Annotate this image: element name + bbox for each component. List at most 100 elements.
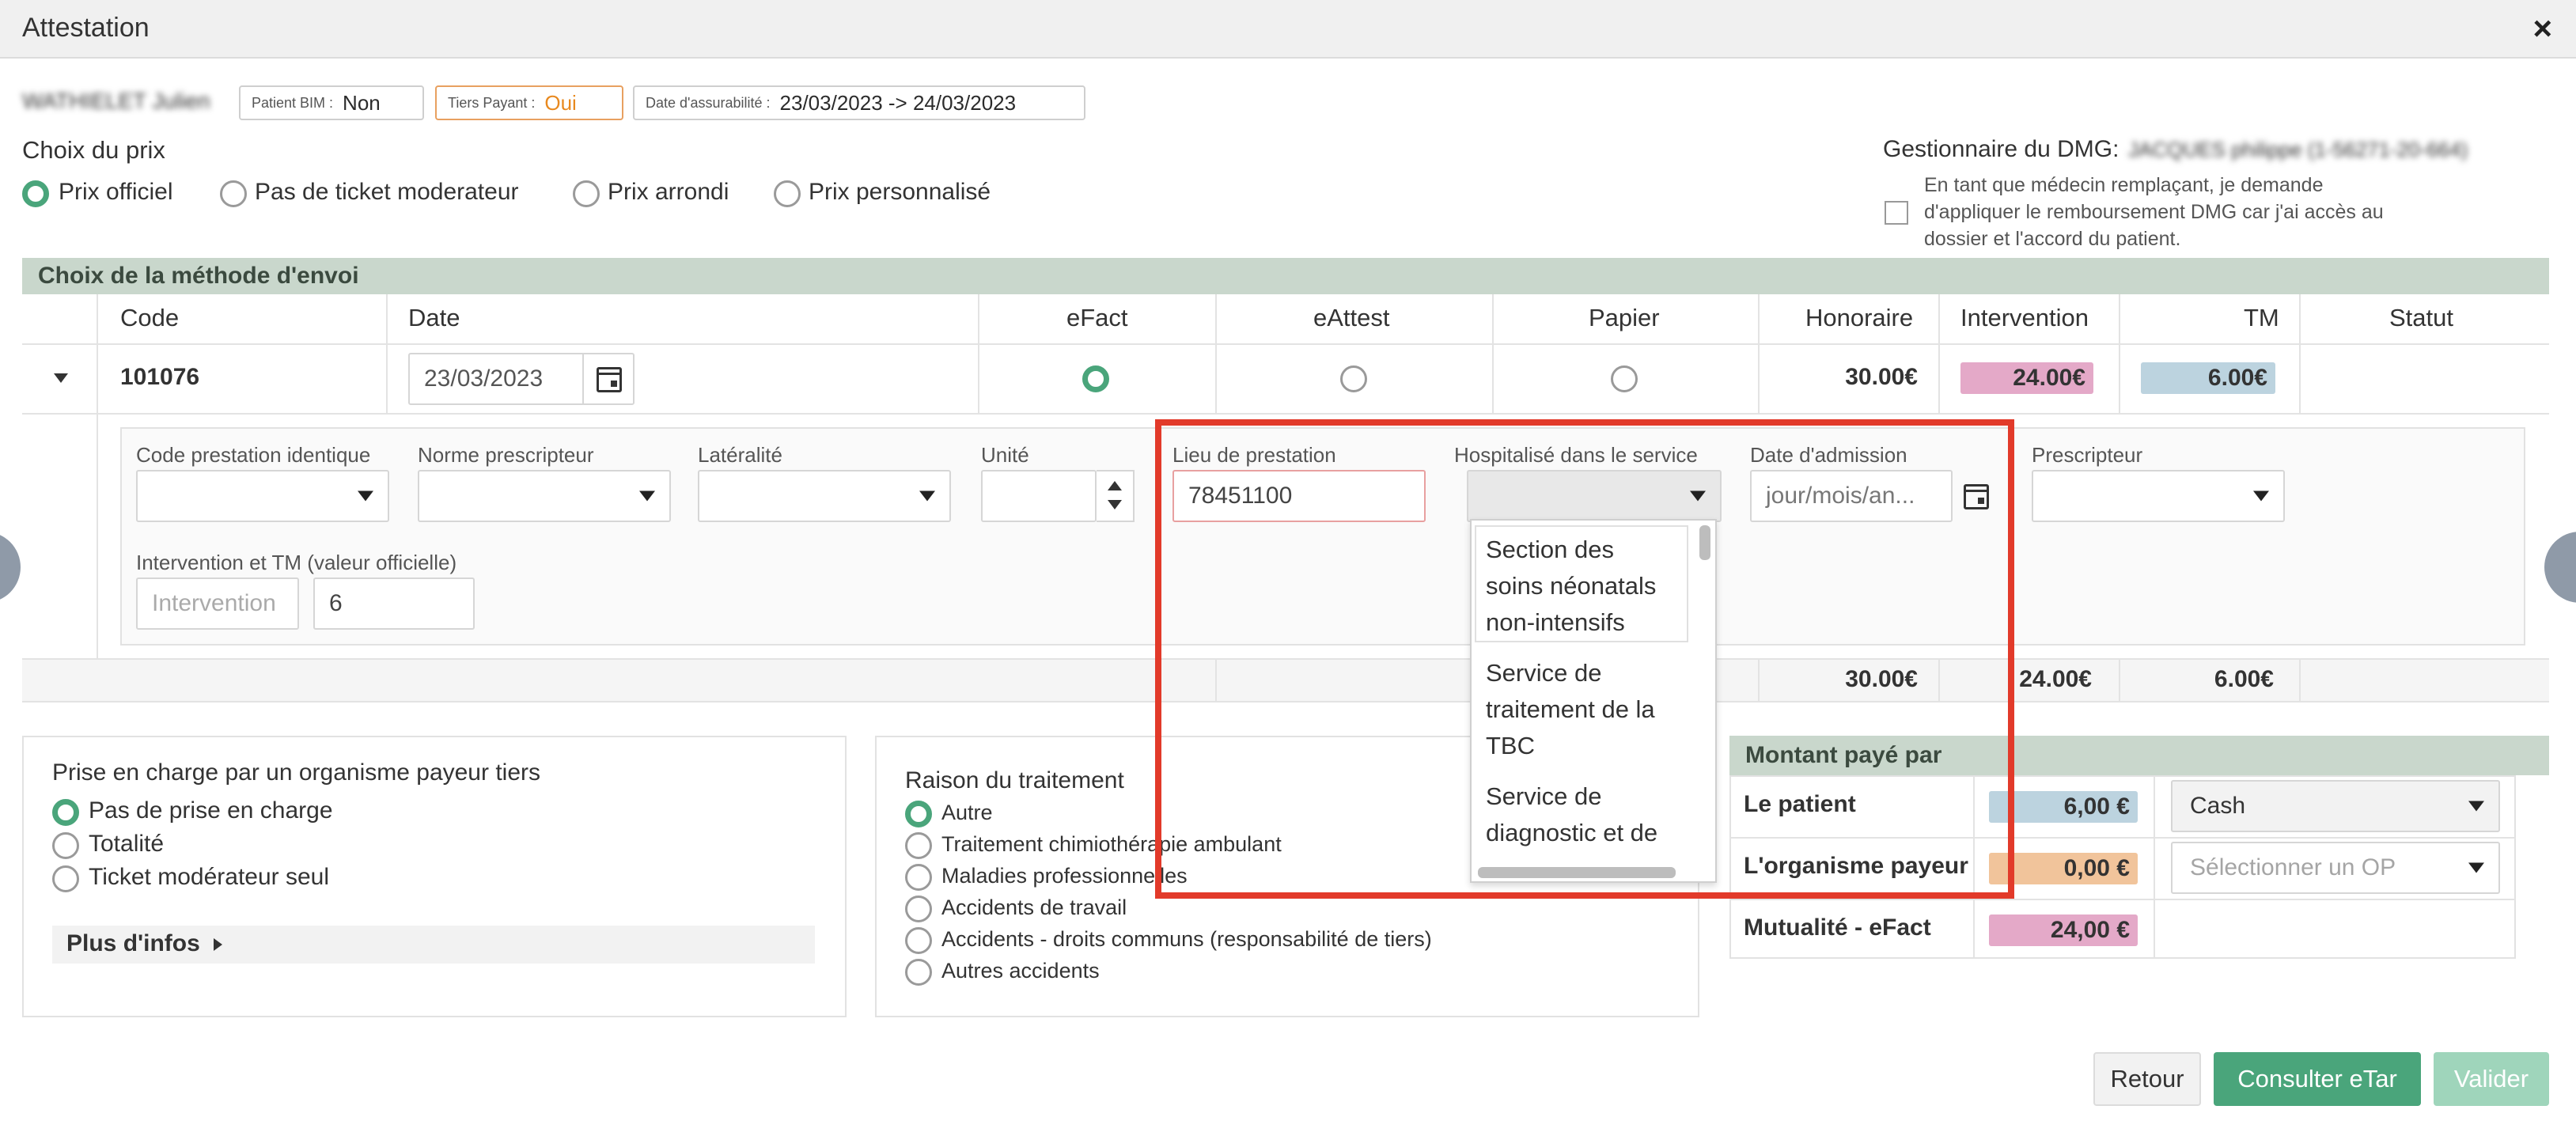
radio-eattest[interactable] bbox=[1340, 365, 1367, 392]
lieu-value: 78451100 bbox=[1188, 483, 1293, 509]
label-maladies-pro: Maladies professionnelles bbox=[941, 864, 1188, 888]
row-code: 101076 bbox=[120, 364, 200, 390]
plus-infos-button[interactable]: Plus d'infos bbox=[52, 926, 815, 964]
dmg-checkbox[interactable] bbox=[1885, 201, 1908, 225]
col-divider bbox=[2119, 294, 2120, 413]
dmg-label: Gestionnaire du DMG: bbox=[1883, 136, 2120, 162]
montant-op-value: 0,00 € bbox=[1989, 853, 2138, 884]
radio-pas-de-ticket[interactable] bbox=[220, 180, 247, 207]
tiers-payant-badge: Tiers Payant : Oui bbox=[435, 85, 623, 120]
radio-papier[interactable] bbox=[1611, 365, 1638, 392]
row-tm: 6.00€ bbox=[2141, 362, 2275, 394]
col-divider bbox=[1215, 658, 1217, 702]
col-efact: eFact bbox=[1066, 304, 1128, 331]
retour-button[interactable]: Retour bbox=[2093, 1052, 2201, 1106]
hosp-select[interactable] bbox=[1467, 470, 1722, 522]
unite-label: Unité bbox=[981, 443, 1029, 467]
col-papier: Papier bbox=[1589, 304, 1660, 331]
interv-placeholder: Intervention bbox=[152, 590, 276, 616]
dropdown-vertical-scrollbar[interactable] bbox=[1699, 525, 1710, 560]
radio-autre[interactable] bbox=[905, 801, 932, 827]
lieu-input[interactable]: 78451100 bbox=[1172, 470, 1426, 522]
row-divider bbox=[1729, 899, 2516, 900]
close-icon[interactable]: × bbox=[2532, 9, 2552, 47]
radio-prix-arrondi[interactable] bbox=[573, 180, 600, 207]
label-prix-personnalise: Prix personnalisé bbox=[809, 179, 991, 205]
op-select[interactable]: Sélectionner un OP bbox=[2171, 842, 2500, 894]
montant-patient-value: 6,00 € bbox=[1989, 791, 2138, 823]
hosp-dropdown-list[interactable]: Section des soins néonatals non-intensif… bbox=[1470, 519, 1717, 883]
lateralite-select[interactable] bbox=[698, 470, 951, 522]
norme-select[interactable] bbox=[418, 470, 671, 522]
tm-value: 6 bbox=[329, 590, 343, 616]
col-divider bbox=[1973, 775, 1975, 959]
dropdown-horizontal-scrollbar[interactable] bbox=[1478, 867, 1676, 878]
unite-stepper[interactable] bbox=[1097, 470, 1135, 522]
calendar-icon bbox=[1964, 484, 1989, 509]
col-statut: Statut bbox=[2389, 304, 2453, 331]
radio-ticket-moderateur[interactable] bbox=[52, 865, 79, 892]
radio-prix-officiel[interactable] bbox=[22, 180, 49, 207]
stepper-up-icon[interactable] bbox=[1108, 481, 1122, 490]
radio-chimio[interactable] bbox=[905, 832, 932, 859]
col-tm: TM bbox=[2244, 304, 2279, 331]
tm-input[interactable]: 6 bbox=[313, 577, 475, 630]
hosp-option-line: traitement de la bbox=[1486, 695, 1655, 723]
interv-label: Intervention et TM (valeur officielle) bbox=[136, 551, 457, 574]
montant-patient-label: Le patient bbox=[1744, 791, 1856, 817]
label-pas-de-ticket: Pas de ticket moderateur bbox=[255, 179, 519, 205]
paiement-select[interactable]: Cash bbox=[2171, 780, 2500, 832]
radio-efact[interactable] bbox=[1082, 365, 1109, 392]
dmg-value: JACQUES philippe (1-56271-20-664) bbox=[2128, 138, 2468, 161]
assurabilite-badge: Date d'assurabilité :23/03/2023 -> 24/03… bbox=[633, 85, 1085, 120]
prescripteur-select[interactable] bbox=[2032, 470, 2285, 522]
admission-placeholder: jour/mois/an... bbox=[1766, 483, 1915, 509]
prev-arrow-icon[interactable] bbox=[0, 532, 21, 603]
price-heading: Choix du prix bbox=[22, 136, 165, 164]
col-date: Date bbox=[408, 304, 460, 331]
label-prix-officiel: Prix officiel bbox=[59, 179, 173, 205]
hosp-option-line: TBC bbox=[1486, 732, 1535, 759]
col-divider bbox=[2299, 658, 2301, 702]
label-accidents-travail: Accidents de travail bbox=[941, 896, 1127, 919]
interv-input[interactable]: Intervention bbox=[136, 577, 299, 630]
col-divider bbox=[1938, 294, 1940, 413]
norme-label: Norme prescripteur bbox=[418, 443, 594, 467]
code-prestation-select[interactable] bbox=[136, 470, 389, 522]
radio-autres-accidents[interactable] bbox=[905, 959, 932, 986]
montant-mutualite-value: 24,00 € bbox=[1989, 914, 2138, 946]
admission-calendar-button[interactable] bbox=[1953, 470, 2000, 522]
stepper-down-icon[interactable] bbox=[1108, 500, 1122, 509]
radio-accidents-travail[interactable] bbox=[905, 896, 932, 922]
hosp-option-line: diagnostic et de bbox=[1486, 819, 1658, 846]
calendar-button[interactable] bbox=[582, 354, 633, 403]
caret-right-icon bbox=[214, 938, 222, 951]
col-divider bbox=[97, 294, 98, 702]
radio-totalite[interactable] bbox=[52, 832, 79, 859]
radio-maladies-pro[interactable] bbox=[905, 864, 932, 891]
radio-prix-personnalise[interactable] bbox=[774, 180, 801, 207]
hosp-option-line: Section des bbox=[1486, 536, 1614, 563]
next-arrow-icon[interactable] bbox=[2544, 532, 2576, 603]
total-intervention: 24.00€ bbox=[2019, 666, 2092, 692]
col-code: Code bbox=[120, 304, 180, 331]
radio-accidents-droits[interactable] bbox=[905, 927, 932, 954]
prescripteur-label: Prescripteur bbox=[2032, 443, 2143, 467]
expand-row-icon[interactable] bbox=[54, 373, 68, 383]
valider-button[interactable]: Valider bbox=[2434, 1052, 2549, 1106]
lieu-label: Lieu de prestation bbox=[1172, 443, 1336, 467]
consulter-etar-button[interactable]: Consulter eTar bbox=[2214, 1052, 2421, 1106]
col-intervention: Intervention bbox=[1960, 304, 2089, 331]
label-prix-arrondi: Prix arrondi bbox=[608, 179, 729, 205]
radio-pas-de-prise[interactable] bbox=[52, 799, 79, 826]
col-divider bbox=[1758, 658, 1760, 702]
unite-input[interactable] bbox=[981, 470, 1097, 522]
dmg-checkbox-text-2: d'appliquer le remboursement DMG car j'a… bbox=[1924, 201, 2384, 223]
lateralite-label: Latéralité bbox=[698, 443, 782, 467]
admission-input[interactable]: jour/mois/an... bbox=[1750, 470, 1953, 522]
col-divider bbox=[2154, 775, 2155, 959]
hosp-option-line: non-intensifs bbox=[1486, 608, 1625, 636]
dmg-checkbox-text-1: En tant que médecin remplaçant, je deman… bbox=[1924, 174, 2324, 196]
tiers-heading: Prise en charge par un organisme payeur … bbox=[52, 759, 540, 786]
label-pas-de-prise: Pas de prise en charge bbox=[89, 797, 333, 824]
